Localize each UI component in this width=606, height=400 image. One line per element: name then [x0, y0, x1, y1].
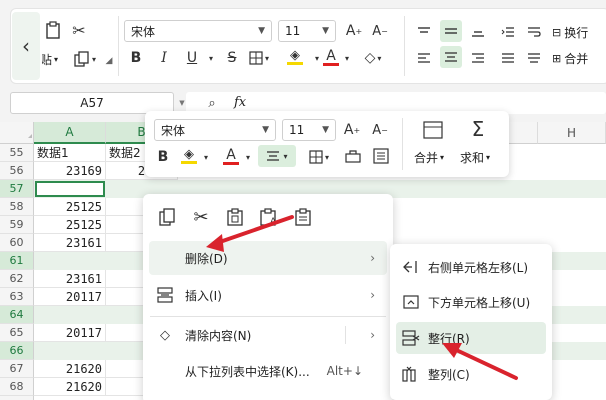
arrow-to-entire-row [450, 346, 518, 380]
arrow-to-delete [212, 215, 294, 246]
arrow-to-delete-head [206, 234, 224, 252]
annotation-arrows [206, 215, 518, 380]
